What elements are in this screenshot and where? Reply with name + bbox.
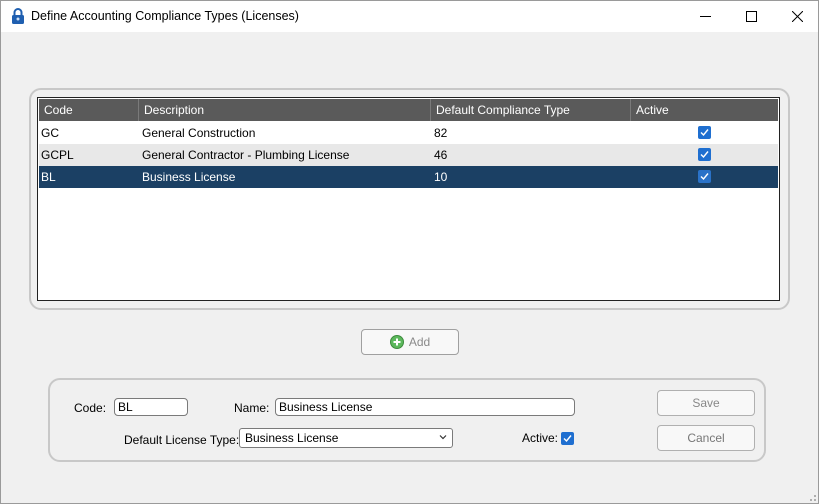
license-type-select[interactable]: Business License [239,428,453,448]
cell-code: GC [41,126,59,140]
name-field[interactable]: Business License [275,398,575,416]
column-header-description[interactable]: Description [139,99,431,121]
add-button[interactable]: Add [361,329,459,355]
close-icon [791,11,803,22]
minimize-icon [699,16,711,17]
save-button[interactable]: Save [657,390,755,416]
cell-code: BL [41,170,56,184]
cell-description: General Contractor - Plumbing License [142,148,350,162]
table-row-selected[interactable]: BL Business License 10 [39,166,778,188]
grid-header: Code Description Default Compliance Type… [39,99,778,121]
code-label: Code: [74,401,107,415]
resize-grip-icon[interactable] [805,490,817,502]
table-row[interactable]: GCPL General Contractor - Plumbing Licen… [39,144,778,166]
active-checkbox[interactable] [698,170,712,184]
plus-circle-icon [389,335,404,349]
cell-default-compliance-type: 46 [434,148,448,162]
checkmark-icon [700,151,709,159]
cell-code: GCPL [41,148,74,162]
checkmark-icon [563,435,572,443]
active-checkbox[interactable] [698,148,712,162]
checkmark-icon [700,129,709,137]
add-button-label: Add [408,335,431,349]
license-type-value: Business License [245,431,339,445]
app-window: Define Accounting Compliance Types (Lice… [0,0,819,504]
table-row[interactable]: GC General Construction 82 [39,122,778,144]
lock-icon [11,8,25,25]
active-form-checkbox[interactable] [561,432,574,445]
compliance-types-grid[interactable]: Code Description Default Compliance Type… [37,97,780,301]
active-label: Active: [522,431,559,445]
close-button[interactable] [774,1,819,32]
column-header-code[interactable]: Code [39,99,139,121]
title-bar: Define Accounting Compliance Types (Lice… [1,1,818,32]
cell-description: Business License [142,170,236,184]
maximize-icon [745,11,757,22]
checkmark-icon [700,173,709,181]
chevron-down-icon [439,435,447,440]
license-type-label: Default License Type: [124,433,240,447]
cell-description: General Construction [142,126,256,140]
code-field[interactable]: BL [114,398,188,416]
cell-default-compliance-type: 82 [434,126,448,140]
cell-default-compliance-type: 10 [434,170,448,184]
column-header-active[interactable]: Active [631,99,778,121]
maximize-button[interactable] [728,1,774,32]
window-title: Define Accounting Compliance Types (Lice… [31,9,299,23]
name-label: Name: [234,401,270,415]
column-header-default-compliance-type[interactable]: Default Compliance Type [431,99,631,121]
minimize-button[interactable] [682,1,728,32]
cancel-button[interactable]: Cancel [657,425,755,451]
active-checkbox[interactable] [698,126,712,140]
